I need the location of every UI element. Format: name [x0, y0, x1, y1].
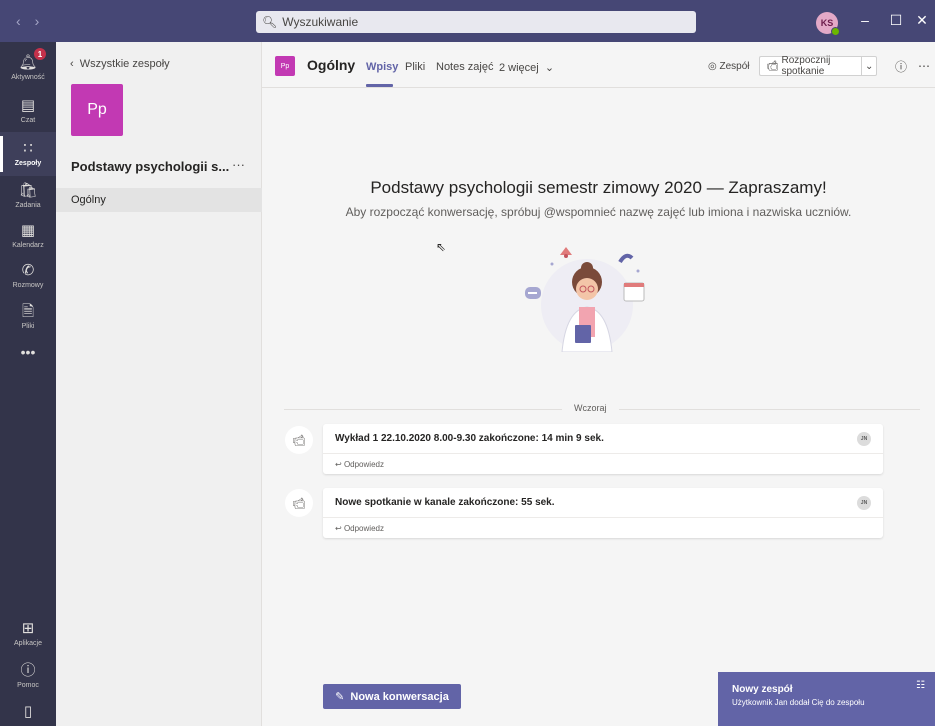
more-icon: •••	[20, 344, 36, 360]
more-options-icon[interactable]: ⋯	[912, 56, 935, 76]
message-card[interactable]: Nowe spotkanie w kanale zakończone: 55 s…	[323, 488, 883, 538]
rail-item-mobile[interactable]: ▯	[0, 690, 56, 726]
phone-icon: ✆	[21, 262, 35, 279]
new-conversation-button[interactable]: ✎ Nowa konwersacja	[323, 684, 461, 709]
welcome-subtitle: Aby rozpocząć konwersację, spróbuj @wspo…	[345, 205, 852, 219]
message-card[interactable]: Wykład 1 22.10.2020 8.00-9.30 zakończone…	[323, 424, 883, 474]
rail-item-assignments[interactable]: 🛍︎ Zadania	[0, 174, 56, 218]
tab-more-label: 2 więcej	[499, 62, 539, 74]
calendar-icon: ▦	[20, 222, 36, 239]
meeting-icon: 📹︎	[285, 489, 313, 517]
teams-icon: ∷	[23, 140, 33, 157]
team-button-label: Zespół	[719, 60, 750, 72]
avatar: JN	[857, 432, 871, 446]
presence-icon	[831, 27, 840, 36]
chevron-down-icon: ⌄	[865, 60, 874, 72]
eye-icon: ◎	[708, 60, 720, 72]
notification-toast[interactable]: Nowy zespół Użytkownik Jan dodał Cię do …	[718, 672, 935, 726]
tab-posts[interactable]: Wpisy	[366, 61, 398, 73]
rail-item-calendar[interactable]: ▦ Kalendarz	[0, 214, 56, 258]
avatar[interactable]: KS	[816, 12, 840, 36]
title-bar: ‹ › 🔍︎ Wyszukiwanie KS – ☐ ✕	[0, 0, 935, 42]
close-icon[interactable]: ✕	[913, 12, 931, 29]
rail-label: Rozmowy	[12, 282, 44, 289]
rail-label: Zadania	[15, 202, 41, 209]
channel-title: Ogólny	[307, 57, 356, 73]
tab-class-notebook[interactable]: Notes zajęć	[436, 61, 493, 73]
team-button[interactable]: ◎ Zespół	[702, 56, 756, 76]
rail-label: Pomoc	[17, 682, 39, 689]
notification-badge: 1	[34, 48, 46, 60]
team-panel: ‹ Wszystkie zespoły Pp Podstawy psycholo…	[56, 42, 262, 726]
chevron-down-icon: ⌄	[541, 62, 555, 74]
reply-button[interactable]: ↩ Odpowiedz	[323, 454, 883, 474]
mobile-device-icon: ▯	[23, 703, 33, 720]
rail-item-apps[interactable]: ⊞ Aplikacje	[0, 612, 56, 656]
rail-item-chat[interactable]: ▤ Czat	[0, 89, 56, 133]
tab-more[interactable]: 2 więcej ⌄	[499, 61, 554, 74]
video-camera-icon: 📹︎	[766, 60, 782, 72]
team-more-button[interactable]: ···	[232, 157, 245, 172]
avatar-initials: KS	[820, 18, 834, 28]
avatar: JN	[857, 496, 871, 510]
reply-label: Odpowiedz	[343, 523, 384, 533]
main-content: Pp Ogólny Wpisy Pliki Notes zajęć 2 więc…	[262, 42, 935, 726]
apps-icon: ⊞	[21, 620, 35, 637]
rail-label: Kalendarz	[12, 242, 44, 249]
rail-item-activity[interactable]: 🔔︎ 1 Aktywność	[0, 46, 56, 90]
channel-team-avatar: Pp	[275, 56, 295, 76]
rail-item-teams[interactable]: ∷ Zespoły	[0, 132, 56, 176]
tab-files[interactable]: Pliki	[405, 61, 425, 73]
reply-button[interactable]: ↩ Odpowiedz	[323, 518, 883, 538]
teacher-illustration	[525, 247, 645, 352]
file-icon: 🗎︎	[21, 303, 35, 320]
toast-title: Nowy zespół	[732, 684, 793, 695]
search-input[interactable]: 🔍︎ Wyszukiwanie	[256, 11, 696, 33]
start-meeting-button[interactable]: 📹︎ Rozpocznij spotkanie	[759, 55, 861, 77]
forward-arrow-icon[interactable]: ›	[35, 13, 40, 29]
search-icon: 🔍︎	[262, 15, 278, 29]
rail-item-calls[interactable]: ✆ Rozmowy	[0, 254, 56, 298]
search-placeholder: Wyszukiwanie	[282, 15, 359, 29]
toast-body: Użytkownik Jan dodał Cię do zespołu	[732, 698, 865, 707]
rail-label: Pliki	[21, 323, 35, 330]
assignments-icon: 🛍︎	[18, 182, 38, 199]
reply-arrow-icon: ↩	[335, 523, 344, 533]
help-icon: ⓘ	[20, 662, 36, 679]
rail-label: Aktywność	[11, 74, 45, 81]
all-teams-link[interactable]: ‹ Wszystkie zespoły	[70, 58, 170, 70]
nav-arrows: ‹ ›	[16, 13, 39, 29]
team-add-icon: ☷	[916, 680, 925, 691]
channel-header: Pp Ogólny Wpisy Pliki Notes zajęć 2 więc…	[262, 42, 935, 88]
chat-icon: ▤	[20, 97, 36, 114]
rail-item-more[interactable]: •••	[0, 330, 56, 374]
all-teams-label: Wszystkie zespoły	[79, 58, 170, 70]
compose-icon: ✎	[335, 691, 345, 703]
chevron-left-icon: ‹	[70, 58, 80, 70]
meeting-icon: 📹︎	[285, 426, 313, 454]
new-conversation-label: Nowa konwersacja	[350, 690, 449, 703]
minimize-icon[interactable]: –	[856, 12, 874, 28]
date-divider-label: Wczoraj	[562, 403, 619, 413]
channel-item-general[interactable]: Ogólny	[56, 188, 262, 212]
reply-arrow-icon: ↩	[335, 459, 344, 469]
meeting-options-button[interactable]: ⌄	[861, 56, 877, 76]
rail-label: Aplikacje	[13, 640, 42, 647]
team-name[interactable]: Podstawy psychologii s...	[71, 159, 229, 174]
mouse-cursor-icon: ⇖	[436, 240, 447, 254]
restore-icon[interactable]: ☐	[887, 12, 905, 29]
back-arrow-icon[interactable]: ‹	[16, 13, 21, 29]
rail-label: Zespoły	[14, 160, 42, 167]
rail-label: Czat	[20, 117, 36, 124]
app-rail: 🔔︎ 1 Aktywność ▤ Czat ∷ Zespoły 🛍︎ Zadan…	[0, 42, 56, 726]
team-avatar: Pp	[71, 84, 123, 136]
welcome-title: Podstawy psychologii semestr zimowy 2020…	[370, 178, 827, 197]
active-tab-indicator	[366, 84, 393, 87]
reply-label: Odpowiedz	[343, 459, 384, 469]
info-icon[interactable]: ⓘ	[889, 56, 913, 76]
start-meeting-label: Rozpocznij spotkanie	[781, 55, 831, 77]
message-text: Nowe spotkanie w kanale zakończone: 55 s…	[323, 488, 883, 518]
message-text: Wykład 1 22.10.2020 8.00-9.30 zakończone…	[323, 424, 883, 454]
